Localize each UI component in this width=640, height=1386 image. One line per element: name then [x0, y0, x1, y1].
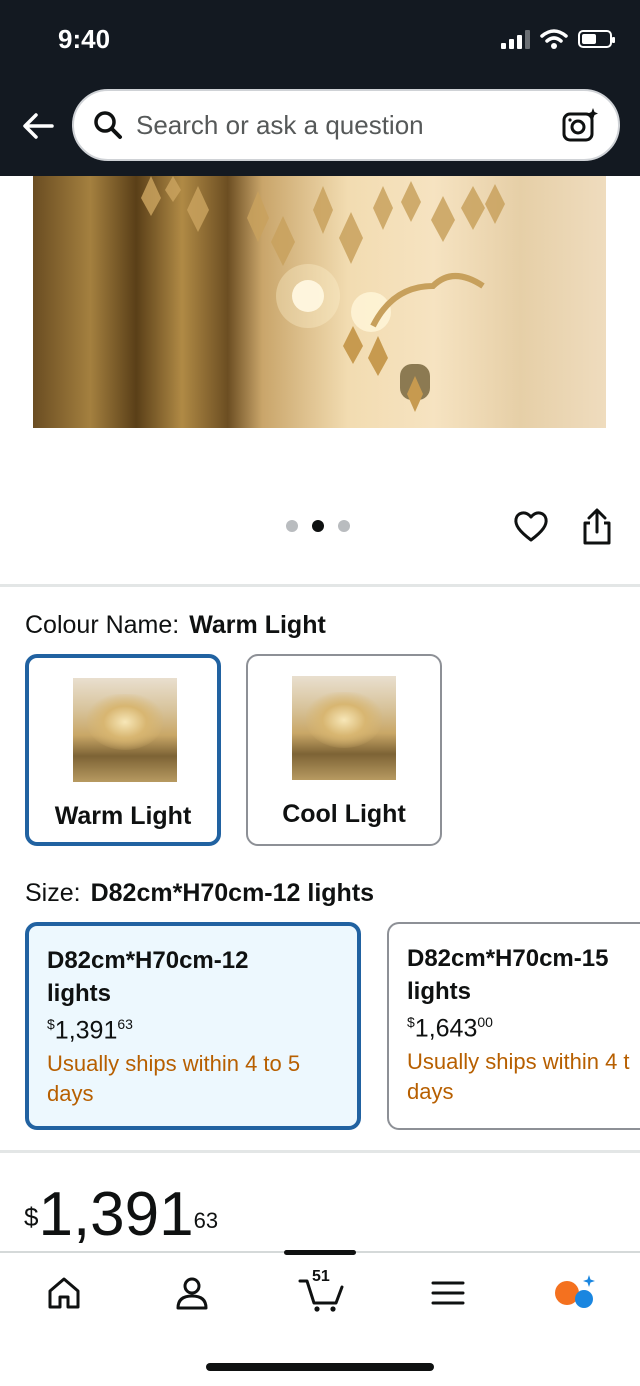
- size-option-12-lights[interactable]: D82cm*H70cm-12 lights $1,39163 Usually s…: [25, 922, 361, 1130]
- share-icon[interactable]: [579, 508, 615, 546]
- colour-option-cool-light[interactable]: Cool Light: [246, 654, 442, 846]
- chandelier-photo: [141, 176, 505, 412]
- status-time: 9:40: [58, 24, 111, 54]
- active-tab-indicator: [284, 1250, 356, 1255]
- size-option-15-lights[interactable]: D82cm*H70cm-15 lights $1,64300 Usually s…: [387, 922, 640, 1130]
- back-arrow-icon[interactable]: [18, 106, 58, 146]
- search-placeholder: Search or ask a question: [136, 109, 424, 140]
- shipping-note-line: days: [407, 1079, 454, 1105]
- divider: [0, 584, 640, 587]
- size-label: Size: D82cm*H70cm-12 lights: [25, 879, 374, 908]
- wifi-icon: [540, 29, 568, 49]
- shipping-note-line: days: [47, 1081, 94, 1107]
- currency-symbol: $: [47, 1016, 55, 1032]
- search-icon: [94, 111, 122, 139]
- swatch-label: Cool Light: [282, 800, 406, 828]
- product-image[interactable]: [33, 176, 606, 428]
- price-cents: 00: [477, 1014, 493, 1030]
- swatch-thumbnail: [73, 678, 177, 782]
- size-option-name-line: lights: [47, 980, 111, 1007]
- price-whole: 1,391: [38, 1180, 194, 1249]
- colour-label: Colour Name: Warm Light: [25, 611, 326, 640]
- pager-dot[interactable]: [286, 520, 298, 532]
- size-option-price: $1,39163: [47, 1016, 341, 1045]
- size-option-name: D82cm*H70cm-12 lights: [47, 944, 341, 1010]
- shipping-note-line: Usually ships within 4 to 5: [47, 1051, 301, 1077]
- cart-count: 51: [312, 1268, 330, 1285]
- size-option-name-line: D82cm*H70cm-15: [407, 945, 609, 972]
- image-pager[interactable]: [286, 520, 350, 532]
- shipping-note: Usually ships within 4 to 5 days: [47, 1049, 341, 1109]
- currency-symbol: $: [407, 1014, 415, 1030]
- home-indicator: [206, 1363, 434, 1371]
- camera-search-icon[interactable]: [560, 105, 600, 145]
- product-price: $1,39163: [24, 1184, 218, 1246]
- swatch-thumbnail: [292, 676, 396, 780]
- price-whole: 1,391: [54, 1016, 118, 1045]
- size-option-price: $1,64300: [407, 1014, 624, 1043]
- pager-dot[interactable]: [338, 520, 350, 532]
- home-icon[interactable]: [44, 1273, 84, 1313]
- heart-icon[interactable]: [513, 509, 549, 545]
- status-icons: [501, 28, 615, 50]
- size-option-name-line: lights: [407, 978, 471, 1005]
- search-input[interactable]: Search or ask a question: [72, 89, 620, 161]
- size-label-text: Size:: [25, 879, 81, 907]
- battery-icon: [578, 30, 615, 48]
- price-cents: 63: [117, 1016, 133, 1032]
- pager-dot-active[interactable]: [312, 520, 324, 532]
- assistant-icon[interactable]: [552, 1273, 598, 1313]
- colour-selected-value: Warm Light: [189, 611, 326, 639]
- price-cents: 63: [193, 1208, 219, 1233]
- size-selected-value: D82cm*H70cm-12 lights: [90, 879, 375, 907]
- menu-icon[interactable]: [428, 1273, 468, 1313]
- swatch-label: Warm Light: [54, 802, 192, 830]
- colour-label-text: Colour Name:: [25, 611, 180, 639]
- shipping-note-line: Usually ships within 4 t: [407, 1049, 630, 1075]
- account-icon[interactable]: [172, 1273, 212, 1313]
- currency-symbol: $: [24, 1202, 39, 1232]
- price-whole: 1,643: [414, 1014, 478, 1043]
- cellular-signal-icon: [501, 29, 530, 49]
- size-option-name: D82cm*H70cm-15 lights: [407, 942, 624, 1008]
- colour-option-warm-light[interactable]: Warm Light: [25, 654, 221, 846]
- top-bar: 9:40 Search or ask a question: [0, 0, 640, 176]
- divider: [0, 1150, 640, 1153]
- size-option-name-line: D82cm*H70cm-12: [47, 947, 249, 974]
- shipping-note: Usually ships within 4 t days: [407, 1047, 630, 1107]
